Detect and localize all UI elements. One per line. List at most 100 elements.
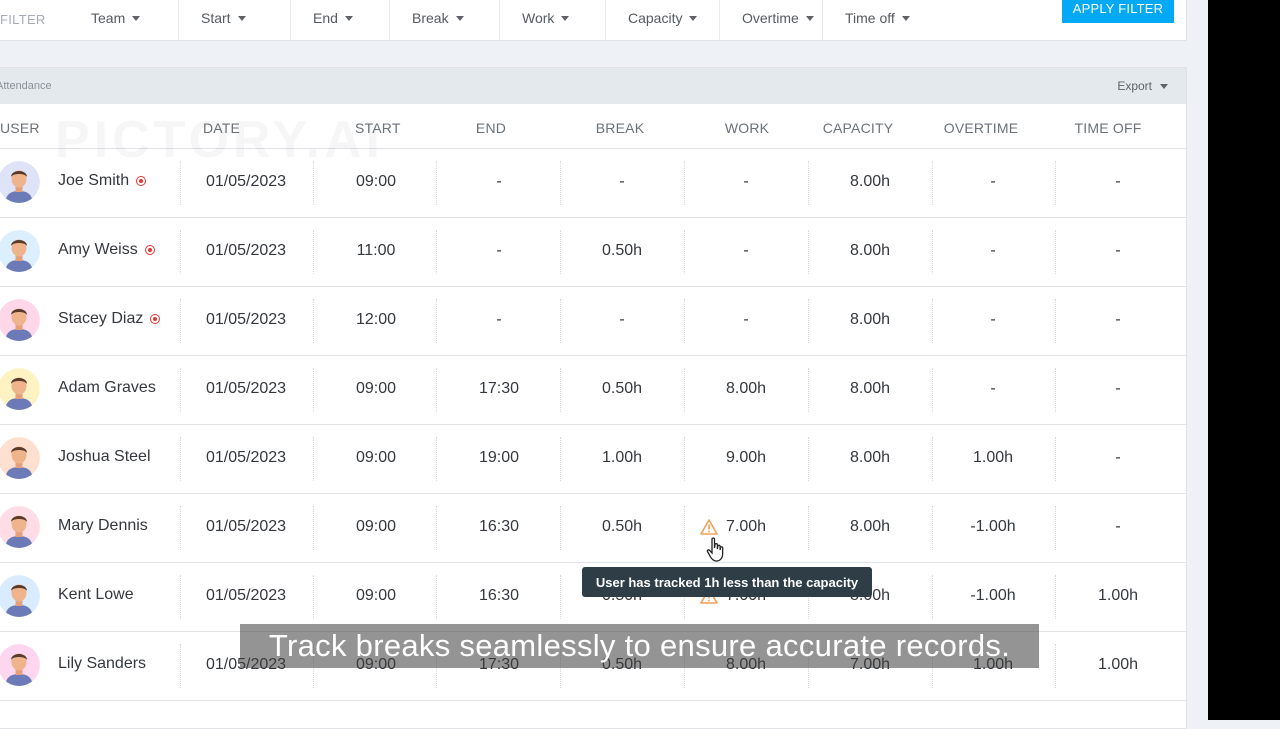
cell-timeoff: - [1115, 173, 1121, 190]
column-header-overtime[interactable]: OVERTIME [944, 120, 1018, 136]
video-side-bar [1208, 0, 1280, 720]
filter-divider [719, 0, 720, 40]
cell-timeoff: - [1115, 449, 1121, 466]
cell-end: 16:30 [478, 587, 520, 604]
cell-break: 0.50h [601, 380, 643, 397]
cell-break: 1.00h [601, 449, 643, 466]
cell-timeoff: 1.00h [1097, 587, 1139, 604]
user-name-text: Kent Lowe [58, 586, 134, 603]
column-divider [560, 575, 561, 619]
column-divider [180, 368, 181, 412]
user-name[interactable]: Adam Graves [58, 379, 156, 397]
filter-break[interactable]: Break [412, 10, 464, 26]
user-name[interactable]: Mary Dennis [58, 517, 148, 535]
table-row[interactable]: Adam Graves 01/05/2023 09:00 17:30 0.50h 8.00… [0, 356, 1186, 425]
filter-divider [605, 0, 606, 40]
column-divider [436, 368, 437, 412]
apply-filter-button[interactable]: APPLY FILTER [1062, 0, 1174, 23]
avatar [0, 506, 40, 548]
user-name-text: Mary Dennis [58, 517, 148, 534]
column-divider [180, 299, 181, 343]
filter-label-text: Capacity [628, 10, 683, 26]
column-divider [436, 575, 437, 619]
cell-work: 8.00h [725, 380, 767, 397]
column-divider [313, 506, 314, 550]
user-name[interactable]: Kent Lowe [58, 586, 134, 604]
filter-team[interactable]: Team [91, 10, 141, 26]
cell-date: 01/05/2023 [205, 449, 287, 466]
column-header-break[interactable]: BREAK [596, 120, 644, 136]
user-name[interactable]: Stacey Diaz [58, 310, 161, 328]
caption: Track breaks seamlessly to ensure accura… [240, 624, 1039, 668]
cell-date: 01/05/2023 [205, 242, 287, 259]
filter-overtime[interactable]: Overtime [742, 10, 814, 26]
filter-work[interactable]: Work [522, 10, 570, 26]
cell-capacity: 8.00h [849, 380, 891, 397]
column-header-work[interactable]: WORK [725, 120, 769, 136]
filter-time-off[interactable]: Time off [845, 10, 910, 26]
column-divider [313, 368, 314, 412]
cell-overtime: -1.00h [970, 587, 1016, 604]
avatar [0, 368, 40, 410]
cell-work: - [743, 173, 749, 190]
column-divider [560, 230, 561, 274]
column-divider [1055, 575, 1056, 619]
chevron-down-icon [344, 15, 353, 21]
filter-capacity[interactable]: Capacity [628, 10, 698, 26]
column-divider [560, 506, 561, 550]
column-header-time-off[interactable]: TIME OFF [1075, 120, 1142, 136]
cell-break: 0.50h [601, 242, 643, 259]
filter-divider [499, 0, 500, 40]
user-name-text: Adam Graves [58, 379, 156, 396]
user-name[interactable]: Joe Smith [58, 172, 147, 190]
table-row[interactable]: Stacey Diaz 01/05/2023 12:00 - - - 8.00h - - [0, 287, 1186, 356]
column-divider [1055, 299, 1056, 343]
column-divider [932, 230, 933, 274]
cell-start: 09:00 [355, 449, 397, 466]
tooltip: User has tracked 1h less than the capaci… [582, 567, 872, 597]
column-header-user[interactable]: USER [0, 120, 40, 136]
filter-label-text: Team [91, 10, 126, 26]
cell-break: - [619, 173, 625, 190]
user-name[interactable]: Lily Sanders [58, 655, 146, 673]
cell-work: - [743, 242, 749, 259]
chevron-down-icon [237, 15, 246, 21]
cell-overtime: - [990, 311, 996, 328]
column-divider [932, 437, 933, 481]
filter-label-text: End [313, 10, 338, 26]
cell-end: 16:30 [478, 518, 520, 535]
column-header-capacity[interactable]: CAPACITY [823, 120, 894, 136]
user-name[interactable]: Joshua Steel [58, 448, 151, 466]
cell-end: - [496, 311, 502, 328]
cell-timeoff: - [1115, 518, 1121, 535]
cell-date: 01/05/2023 [205, 173, 287, 190]
cell-capacity: 8.00h [849, 449, 891, 466]
export-button[interactable]: Export [1117, 79, 1168, 93]
table-row[interactable]: Joshua Steel 01/05/2023 09:00 19:00 1.00h 9.0… [0, 425, 1186, 494]
column-divider [313, 575, 314, 619]
cell-capacity: 8.00h [849, 242, 891, 259]
cell-start: 09:00 [355, 173, 397, 190]
hand-cursor-icon [706, 537, 724, 562]
cell-capacity: 8.00h [849, 173, 891, 190]
column-divider [932, 161, 933, 205]
column-divider [932, 575, 933, 619]
cell-end: 17:30 [478, 380, 520, 397]
recording-icon [150, 314, 161, 324]
table-row[interactable]: Mary Dennis 01/05/2023 09:00 16:30 0.50h 7.00… [0, 494, 1186, 563]
cell-timeoff: - [1115, 311, 1121, 328]
user-name-text: Amy Weiss [58, 241, 138, 258]
filter-end[interactable]: End [313, 10, 353, 26]
column-divider [932, 368, 933, 412]
user-name[interactable]: Amy Weiss [58, 241, 155, 259]
filter-start[interactable]: Start [201, 10, 246, 26]
chevron-down-icon [455, 15, 464, 21]
cell-start: 12:00 [355, 311, 397, 328]
column-divider [808, 161, 809, 205]
watermark: PICTORY.AI [55, 110, 384, 170]
column-header-end[interactable]: END [476, 120, 506, 136]
chevron-down-icon [1160, 83, 1168, 89]
table-row[interactable]: Amy Weiss 01/05/2023 11:00 - 0.50h - 8.00h - - [0, 218, 1186, 287]
column-divider [436, 161, 437, 205]
column-divider [313, 299, 314, 343]
